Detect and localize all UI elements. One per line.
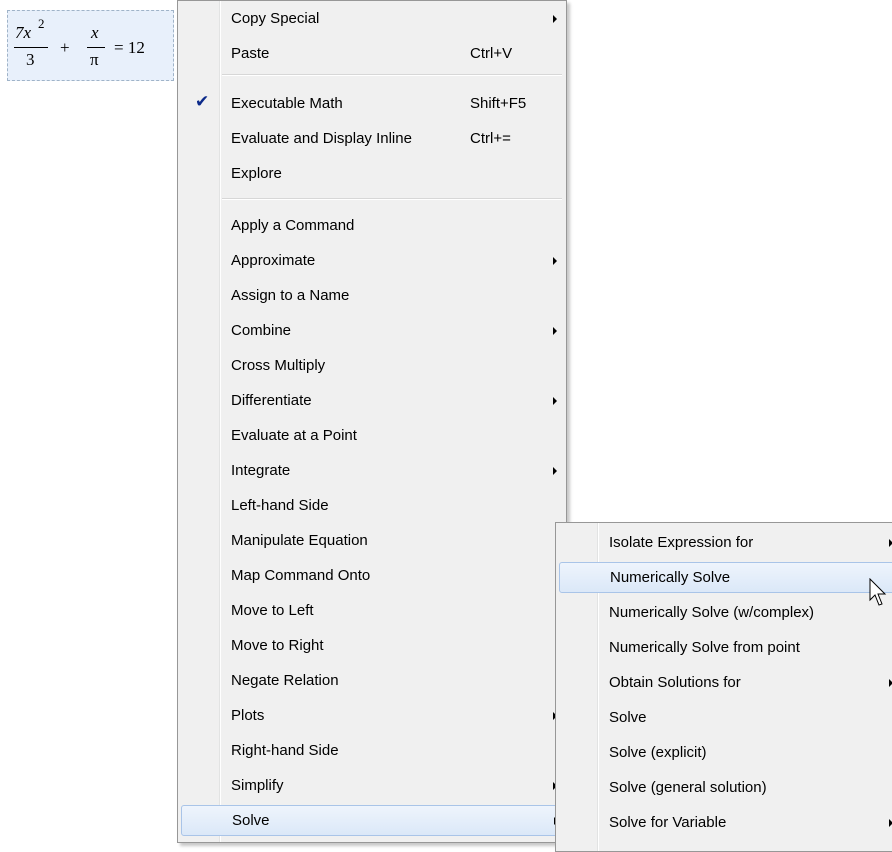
- math-expression[interactable]: 7x 2 3 + x π = 12: [7, 10, 174, 81]
- menu-item-cross-multiply[interactable]: Cross Multiply: [181, 350, 563, 381]
- menu-item-label: Integrate: [231, 462, 291, 479]
- submenu-item-solve-explicit[interactable]: Solve (explicit): [559, 737, 892, 768]
- menu-item-approximate[interactable]: Approximate: [181, 245, 563, 276]
- submenu-item-solve-for-variable[interactable]: Solve for Variable: [559, 807, 892, 838]
- menu-item-executable-math[interactable]: ✔ Executable Math Shift+F5: [181, 88, 563, 119]
- menu-item-label: Evaluate and Display Inline: [231, 130, 412, 147]
- menu-item-label: Solve: [232, 812, 270, 829]
- menu-item-label: Apply a Command: [231, 217, 355, 234]
- submenu-item-isolate-expression-for[interactable]: Isolate Expression for: [559, 527, 892, 558]
- menu-item-copy-special[interactable]: Copy Special: [181, 3, 563, 34]
- menu-item-label: Negate Relation: [231, 672, 339, 689]
- submenu-item-label: Solve (general solution): [609, 779, 767, 796]
- submenu-arrow-icon: [553, 466, 557, 475]
- submenu-item-label: Isolate Expression for: [609, 534, 754, 551]
- exponent: 2: [38, 16, 45, 31]
- mouse-pointer-icon: [869, 578, 887, 606]
- menu-item-negate-relation[interactable]: Negate Relation: [181, 665, 563, 696]
- submenu-item-label: Solve (explicit): [609, 744, 707, 761]
- submenu-item-numerically-solve-from-point[interactable]: Numerically Solve from point: [559, 632, 892, 663]
- submenu-item-numerically-solve[interactable]: Numerically Solve: [559, 562, 892, 593]
- menu-item-shortcut: Shift+F5: [470, 95, 527, 112]
- submenu-item-label: Numerically Solve: [610, 569, 731, 586]
- menu-item-shortcut: Ctrl+=: [470, 130, 511, 147]
- context-menu: Copy Special Paste Ctrl+V ✔ Executable Math S…: [177, 0, 567, 843]
- submenu-item-label: Solve: [609, 709, 647, 726]
- menu-item-label: Differentiate: [231, 392, 312, 409]
- menu-item-label: Right-hand Side: [231, 742, 339, 759]
- menu-item-label: Move to Right: [231, 637, 324, 654]
- menu-item-label: Paste: [231, 45, 270, 62]
- menu-item-solve[interactable]: Solve: [181, 805, 563, 836]
- menu-item-label: Combine: [231, 322, 292, 339]
- menu-separator: [222, 198, 562, 200]
- submenu-item-solve[interactable]: Solve: [559, 702, 892, 733]
- menu-item-combine[interactable]: Combine: [181, 315, 563, 346]
- menu-item-label: Assign to a Name: [231, 287, 350, 304]
- submenu-arrow-icon: [553, 326, 557, 335]
- menu-item-shortcut: Ctrl+V: [470, 45, 513, 62]
- menu-item-map-command-onto[interactable]: Map Command Onto: [181, 560, 563, 591]
- menu-item-manipulate-equation[interactable]: Manipulate Equation: [181, 525, 563, 556]
- checkmark-icon: ✔: [195, 92, 210, 112]
- menu-item-explore[interactable]: Explore: [181, 158, 563, 189]
- menu-item-label: Map Command Onto: [231, 567, 371, 584]
- menu-item-integrate[interactable]: Integrate: [181, 455, 563, 486]
- menu-item-move-to-right[interactable]: Move to Right: [181, 630, 563, 661]
- submenu-item-solve-general-solution[interactable]: Solve (general solution): [559, 772, 892, 803]
- submenu-item-label: Solve for Variable: [609, 814, 727, 831]
- menu-item-label: Manipulate Equation: [231, 532, 368, 549]
- menu-item-label: Copy Special: [231, 10, 320, 27]
- menu-item-apply-a-command[interactable]: Apply a Command: [181, 210, 563, 241]
- numerator-1: 7x: [15, 23, 32, 42]
- menu-item-evaluate-and-display-inline[interactable]: Evaluate and Display Inline Ctrl+=: [181, 123, 563, 154]
- fraction-bar-2: [87, 47, 105, 48]
- menu-item-label: Move to Left: [231, 602, 314, 619]
- plus-sign: +: [60, 38, 70, 57]
- menu-item-label: Evaluate at a Point: [231, 427, 357, 444]
- fraction-bar-1: [14, 47, 48, 48]
- equation-rhs: = 12: [114, 38, 145, 57]
- menu-item-left-hand-side[interactable]: Left-hand Side: [181, 490, 563, 521]
- menu-item-label: Simplify: [231, 777, 284, 794]
- menu-item-label: Plots: [231, 707, 265, 724]
- solve-submenu: Isolate Expression for Numerically Solve N…: [555, 522, 892, 852]
- menu-item-label: Cross Multiply: [231, 357, 326, 374]
- denominator-1: 3: [26, 50, 35, 69]
- submenu-item-obtain-solutions-for[interactable]: Obtain Solutions for: [559, 667, 892, 698]
- submenu-item-label: Numerically Solve (w/complex): [609, 604, 815, 621]
- denominator-2: π: [90, 50, 99, 69]
- submenu-item-label: Obtain Solutions for: [609, 674, 741, 691]
- menu-item-move-to-left[interactable]: Move to Left: [181, 595, 563, 626]
- submenu-arrow-icon: [553, 256, 557, 265]
- menu-item-label: Left-hand Side: [231, 497, 329, 514]
- menu-item-label: Explore: [231, 165, 282, 182]
- menu-item-simplify[interactable]: Simplify: [181, 770, 563, 801]
- menu-item-label: Approximate: [231, 252, 316, 269]
- menu-item-evaluate-at-a-point[interactable]: Evaluate at a Point: [181, 420, 563, 451]
- menu-separator: [222, 74, 562, 76]
- menu-item-assign-to-a-name[interactable]: Assign to a Name: [181, 280, 563, 311]
- menu-item-right-hand-side[interactable]: Right-hand Side: [181, 735, 563, 766]
- submenu-item-numerically-solve-w-complex[interactable]: Numerically Solve (w/complex): [559, 597, 892, 628]
- menu-item-paste[interactable]: Paste Ctrl+V: [181, 38, 563, 69]
- menu-item-plots[interactable]: Plots: [181, 700, 563, 731]
- menu-item-differentiate[interactable]: Differentiate: [181, 385, 563, 416]
- menu-item-label: Executable Math: [231, 95, 343, 112]
- submenu-item-label: Numerically Solve from point: [609, 639, 800, 656]
- submenu-arrow-icon: [553, 396, 557, 405]
- submenu-arrow-icon: [553, 14, 557, 23]
- numerator-2: x: [91, 23, 99, 42]
